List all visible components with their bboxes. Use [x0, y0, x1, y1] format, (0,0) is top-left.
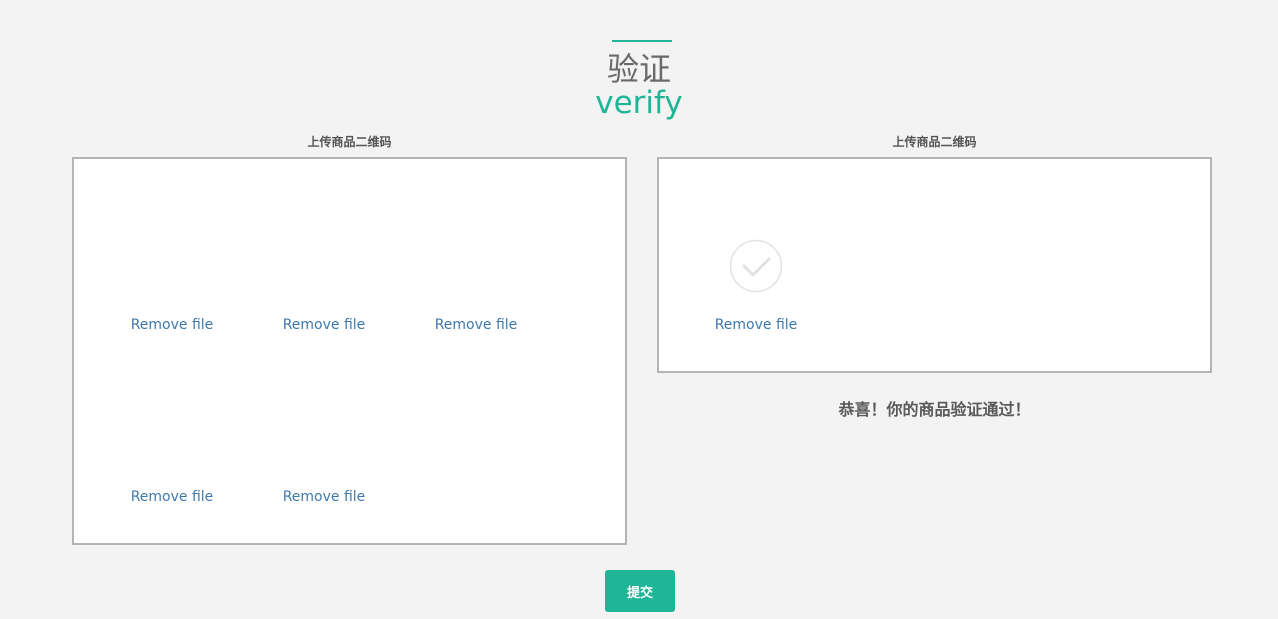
page-title: 验证 [606, 50, 671, 88]
title-accent-bar [612, 40, 672, 42]
left-upload-dropzone[interactable]: Remove file Remove file Remove file Remo… [72, 157, 627, 545]
check-circle-icon [729, 239, 783, 293]
left-upload-label: 上传商品二维码 [307, 135, 392, 149]
remove-file-link[interactable]: Remove file [264, 317, 384, 333]
page-subtitle: verify [595, 85, 683, 121]
right-upload-dropzone[interactable]: Remove file [657, 157, 1212, 373]
submit-button[interactable]: 提交 [605, 570, 675, 612]
remove-file-link[interactable]: Remove file [112, 317, 232, 333]
success-message: 恭喜！你的商品验证通过！ [838, 400, 1031, 419]
remove-file-link[interactable]: Remove file [416, 317, 536, 333]
remove-file-link[interactable]: Remove file [264, 489, 384, 505]
remove-file-link[interactable]: Remove file [696, 317, 816, 333]
remove-file-link[interactable]: Remove file [112, 489, 232, 505]
right-upload-label: 上传商品二维码 [892, 135, 977, 149]
verify-page: 验证 verify 上传商品二维码 上传商品二维码 Remove file Re… [0, 0, 1278, 619]
